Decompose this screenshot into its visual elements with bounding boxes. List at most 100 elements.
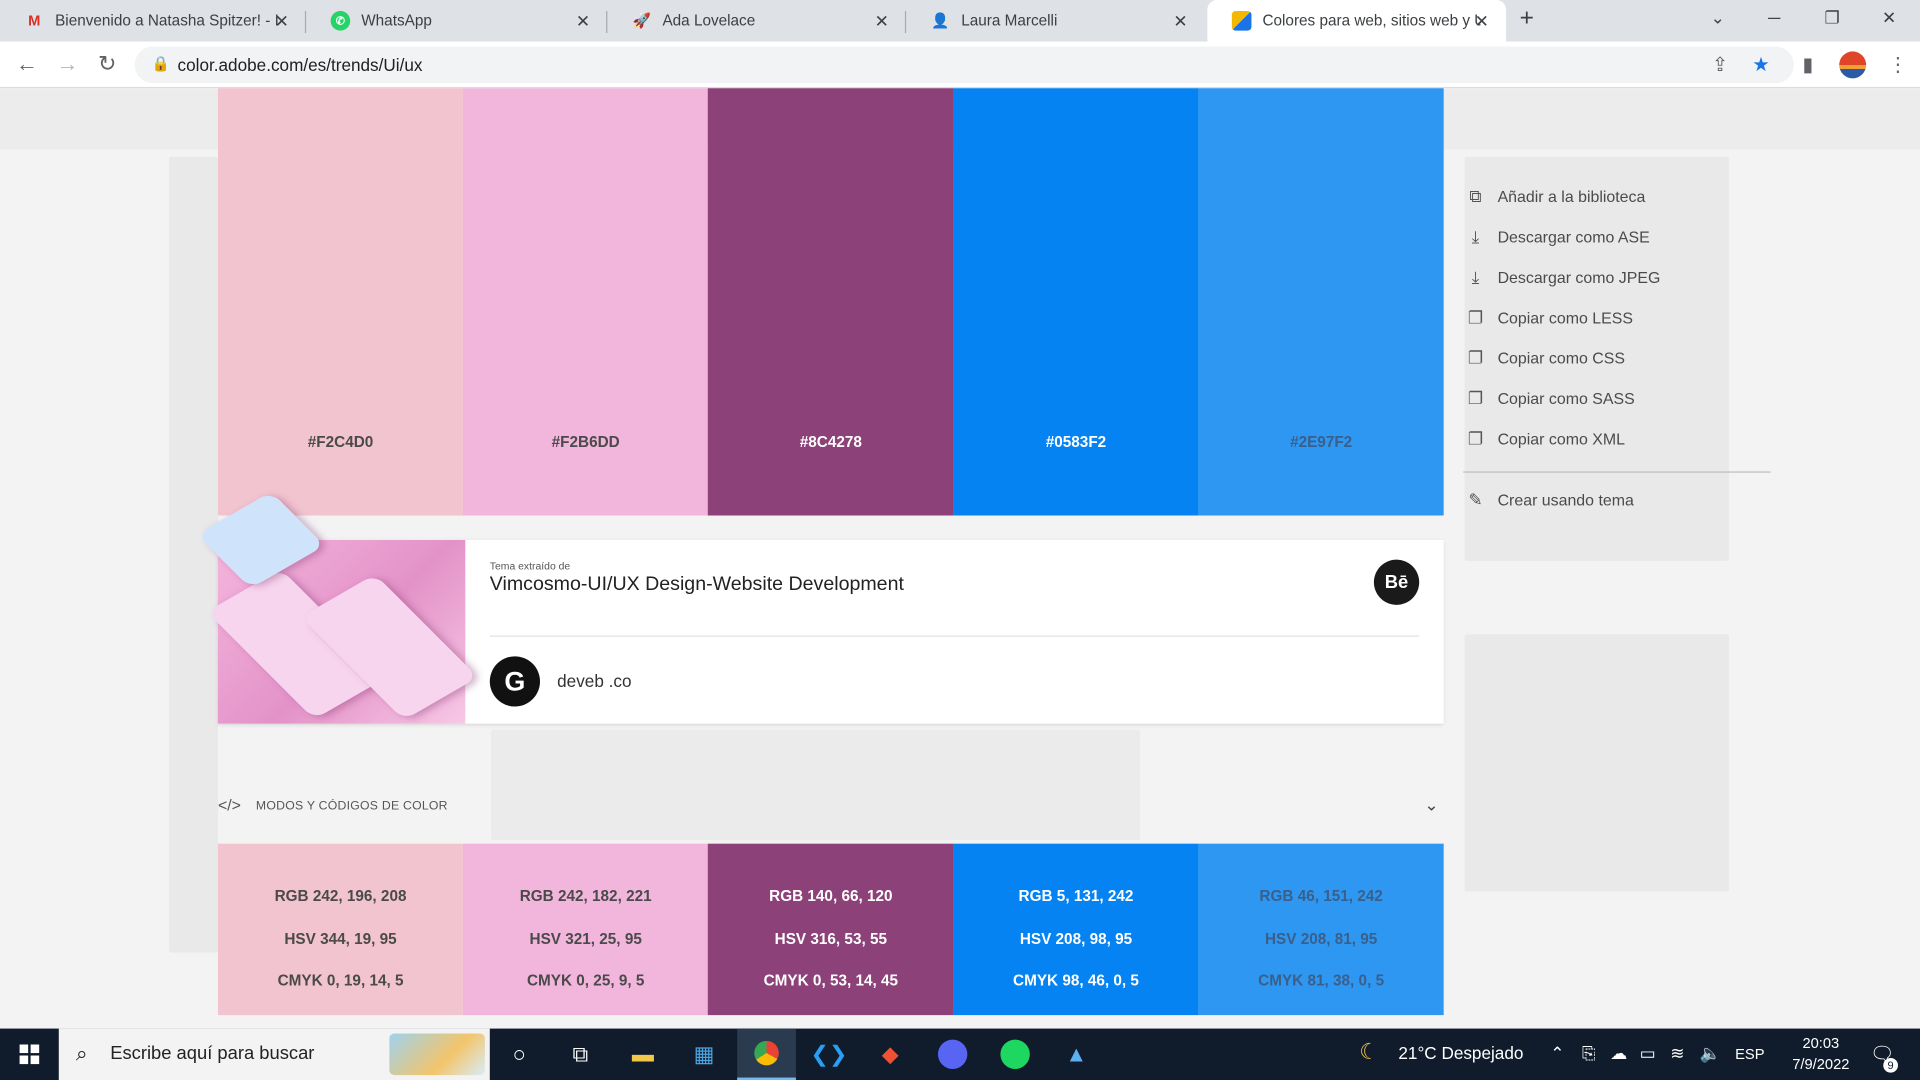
close-icon[interactable]: ✕ xyxy=(875,11,889,32)
copy-sass-button[interactable]: ❐ Copiar como SASS xyxy=(1463,378,1775,418)
forward-icon[interactable]: → xyxy=(56,51,78,77)
project-thumbnail[interactable] xyxy=(196,491,479,724)
create-using-theme-button[interactable]: ✎ Crear usando tema xyxy=(1463,480,1775,520)
notification-count: 9 xyxy=(1883,1057,1898,1073)
task-view-icon[interactable]: ⧉ xyxy=(551,1029,610,1080)
chevron-down-icon[interactable]: ⌄ xyxy=(1424,795,1438,816)
copy-icon: ❐ xyxy=(1467,428,1484,449)
rgb-value[interactable]: RGB 242, 196, 208 xyxy=(275,888,407,930)
address-bar[interactable]: 🔒 color.adobe.com/es/trends/Ui/ux xyxy=(134,46,1794,84)
rgb-value[interactable]: RGB 242, 182, 221 xyxy=(520,888,652,930)
swatch[interactable]: #0583F2 xyxy=(953,88,1199,516)
swatch[interactable]: #F2C4D0 xyxy=(217,88,464,516)
palette-swatches: #F2C4D0 #F2B6DD #8C4278 #0583F2 #2E97F2 xyxy=(217,88,1444,516)
avatar[interactable] xyxy=(1839,51,1867,79)
clock-time: 20:03 xyxy=(1802,1034,1840,1052)
swatch[interactable]: #8C4278 xyxy=(708,88,954,516)
wifi-icon[interactable]: ≋ xyxy=(1670,1043,1684,1064)
reload-icon[interactable]: ↻ xyxy=(98,51,116,77)
color-code-column: RGB 5, 131, 242 HSV 208, 98, 95 CMYK 98,… xyxy=(953,843,1199,1016)
calculator-icon[interactable]: ▦ xyxy=(675,1029,734,1080)
cmyk-value[interactable]: CMYK 81, 38, 0, 5 xyxy=(1258,972,1384,1014)
hsv-value[interactable]: HSV 208, 98, 95 xyxy=(1020,930,1132,972)
swatch[interactable]: #F2B6DD xyxy=(463,88,709,516)
color-codes: RGB 242, 196, 208 HSV 344, 19, 95 CMYK 0… xyxy=(217,843,1444,1016)
minimize-icon[interactable]: ─ xyxy=(1768,7,1780,27)
language-indicator[interactable]: ESP xyxy=(1735,1046,1764,1063)
copy-less-button[interactable]: ❐ Copiar como LESS xyxy=(1463,298,1775,338)
tray-chevron-icon[interactable]: ⌃ xyxy=(1550,1043,1564,1064)
tab-laura-marcelli[interactable]: 👤 Laura Marcelli ✕ xyxy=(906,0,1205,42)
volume-icon[interactable]: 🔈 xyxy=(1700,1043,1721,1064)
copy-icon: ❐ xyxy=(1467,388,1484,408)
page-content: #F2C4D0 #F2B6DD #8C4278 #0583F2 #2E97F2 … xyxy=(0,88,1920,1029)
menu-item-label: Crear usando tema xyxy=(1497,491,1634,510)
side-panel-icon[interactable]: ▮ xyxy=(1802,53,1813,77)
close-icon[interactable]: ✕ xyxy=(275,11,289,32)
tab-title: Ada Lovelace xyxy=(662,12,756,30)
discord-icon[interactable] xyxy=(923,1029,982,1080)
file-explorer-icon[interactable]: ▬ xyxy=(613,1029,672,1080)
copy-css-button[interactable]: ❐ Copiar como CSS xyxy=(1463,338,1775,378)
download-jpeg-button[interactable]: ⤓ Descargar como JPEG xyxy=(1463,257,1775,297)
hsv-value[interactable]: HSV 321, 25, 95 xyxy=(530,930,642,972)
battery-icon[interactable]: ▭ xyxy=(1640,1043,1656,1064)
hsv-value[interactable]: HSV 208, 81, 95 xyxy=(1265,930,1377,972)
weather-moon-icon: ☾ xyxy=(1359,1039,1379,1065)
swatch[interactable]: #2E97F2 xyxy=(1198,88,1444,516)
close-icon[interactable]: ✕ xyxy=(576,11,590,32)
download-ase-button[interactable]: ⤓ Descargar como ASE xyxy=(1463,217,1775,257)
rgb-value[interactable]: RGB 46, 151, 242 xyxy=(1259,888,1382,930)
restore-icon[interactable]: ❐ xyxy=(1825,7,1840,28)
cmyk-value[interactable]: CMYK 0, 25, 9, 5 xyxy=(527,972,644,1014)
git-icon[interactable]: ◆ xyxy=(861,1029,920,1080)
dimmed-background xyxy=(491,729,1141,841)
weather-text[interactable]: 21°C Despejado xyxy=(1398,1043,1523,1063)
whatsapp-icon: ✆ xyxy=(330,11,351,31)
extracted-from-label: Tema extraído de xyxy=(489,559,571,572)
tab-ada-lovelace[interactable]: 🚀 Ada Lovelace ✕ xyxy=(607,0,907,42)
photos-icon[interactable]: ▲ xyxy=(1047,1029,1106,1080)
tab-gmail[interactable]: M Bienvenido a Natasha Spitzer! - I ✕ xyxy=(0,0,307,42)
menu-divider xyxy=(1463,471,1771,473)
share-icon[interactable]: ⇪ xyxy=(1712,53,1728,77)
close-icon[interactable]: ✕ xyxy=(1173,11,1187,32)
hsv-value[interactable]: HSV 316, 53, 55 xyxy=(775,930,887,972)
menu-icon[interactable]: ⋮ xyxy=(1888,53,1908,77)
swatch-hex: #F2C4D0 xyxy=(307,433,374,451)
windows-start-icon[interactable] xyxy=(19,1044,40,1065)
rocket-icon: 🚀 xyxy=(632,12,651,30)
rgb-value[interactable]: RGB 140, 66, 120 xyxy=(769,888,892,930)
chrome-icon[interactable] xyxy=(737,1028,796,1080)
behance-icon[interactable]: Bē xyxy=(1373,559,1420,605)
bookmark-star-icon[interactable]: ★ xyxy=(1752,53,1770,77)
window-close-icon[interactable]: ✕ xyxy=(1882,7,1896,28)
search-placeholder: Escribe aquí para buscar xyxy=(110,1043,315,1065)
copy-xml-button[interactable]: ❐ Copiar como XML xyxy=(1463,419,1775,459)
project-title[interactable]: Vimcosmo-UI/UX Design-Website Developmen… xyxy=(490,574,904,596)
cmyk-value[interactable]: CMYK 0, 19, 14, 5 xyxy=(278,972,404,1014)
rgb-value[interactable]: RGB 5, 131, 242 xyxy=(1019,888,1134,930)
taskbar-search[interactable]: ⌕ Escribe aquí para buscar xyxy=(58,1028,490,1080)
vscode-icon[interactable]: ❮❯ xyxy=(800,1029,859,1080)
add-to-library-button[interactable]: ⧉ Añadir a la biblioteca xyxy=(1463,176,1775,216)
cmyk-value[interactable]: CMYK 98, 46, 0, 5 xyxy=(1013,972,1139,1014)
author-name[interactable]: deveb .co xyxy=(557,671,631,691)
hsv-value[interactable]: HSV 344, 19, 95 xyxy=(284,930,396,972)
tab-adobe-color[interactable]: Colores para web, sitios web y UI ✕ xyxy=(1207,0,1507,42)
taskbar-clock[interactable]: 20:03 7/9/2022 xyxy=(1790,1033,1851,1075)
color-code-column: RGB 46, 151, 242 HSV 208, 81, 95 CMYK 81… xyxy=(1198,843,1444,1016)
onedrive-icon[interactable]: ☁ xyxy=(1610,1043,1627,1064)
close-icon[interactable]: ✕ xyxy=(1475,11,1489,32)
menu-item-label: Descargar como JPEG xyxy=(1497,268,1661,287)
back-icon[interactable]: ← xyxy=(16,51,38,77)
cortana-icon[interactable]: ○ xyxy=(490,1029,549,1080)
spotify-icon[interactable] xyxy=(986,1029,1045,1080)
cmyk-value[interactable]: CMYK 0, 53, 14, 45 xyxy=(764,972,898,1014)
color-modes-header[interactable]: </> MODOS Y CÓDIGOS DE COLOR ⌄ xyxy=(218,793,1444,817)
tab-whatsapp[interactable]: ✆ WhatsApp ✕ xyxy=(306,0,608,42)
new-tab-button[interactable]: + xyxy=(1520,5,1534,33)
author-avatar[interactable]: G xyxy=(489,656,541,707)
tab-search-icon[interactable]: ⌄ xyxy=(1711,7,1725,28)
meet-icon[interactable]: ⎘ xyxy=(1582,1043,1596,1064)
